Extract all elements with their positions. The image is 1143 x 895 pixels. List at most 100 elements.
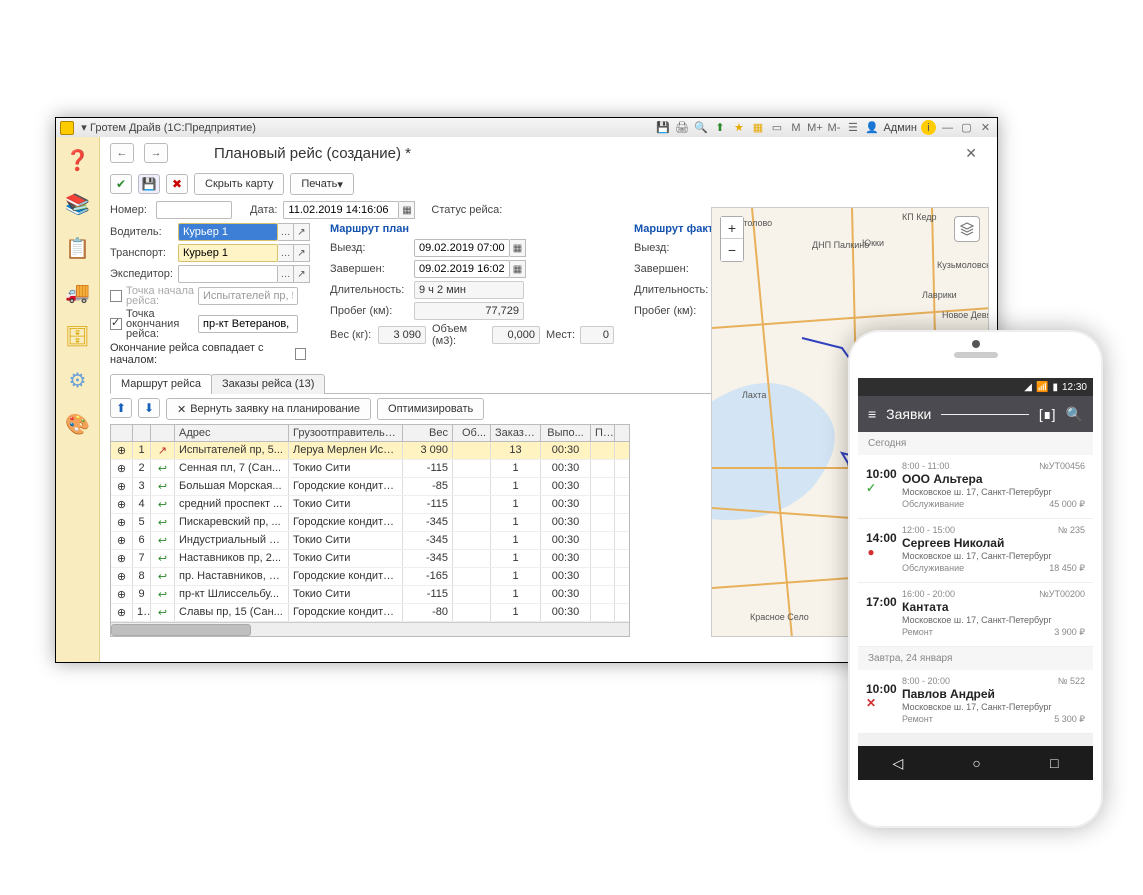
- calendar-picker-icon[interactable]: ▦: [399, 201, 415, 219]
- calendar-icon[interactable]: ▦: [750, 120, 765, 135]
- col-weight[interactable]: Вес: [403, 425, 453, 441]
- table-row[interactable]: ⊕1...↩Славы пр, 15 (Сан...Городские конд…: [111, 604, 629, 622]
- request-card[interactable]: 17:0016:00 - 20:00№УТ00200КантатаМосковс…: [858, 583, 1093, 647]
- col-order[interactable]: Заказ / ко...: [491, 425, 541, 441]
- request-card[interactable]: 10:00✕8:00 - 20:00№ 522Павлов АндрейМоск…: [858, 670, 1093, 734]
- search-icon[interactable]: 🔍: [693, 120, 708, 135]
- mminus-icon[interactable]: M-: [826, 120, 841, 135]
- col-vol[interactable]: Об...: [453, 425, 491, 441]
- scan-icon[interactable]: [∎]: [1039, 406, 1056, 423]
- transport-pick-icon[interactable]: …: [278, 244, 294, 262]
- expeditor-pick-icon[interactable]: …: [278, 265, 294, 283]
- weight-value: 3 090: [378, 326, 426, 344]
- hamburger-icon[interactable]: ≡: [868, 406, 876, 422]
- mplus-icon[interactable]: M+: [807, 120, 822, 135]
- layers-button[interactable]: [954, 216, 980, 242]
- col-address[interactable]: Адрес: [175, 425, 289, 441]
- plan-finish-input[interactable]: [414, 260, 510, 278]
- table-row[interactable]: ⊕7↩Наставников пр, 2...Токио Сити-345100…: [111, 550, 629, 568]
- plan-depart-cal-icon[interactable]: ▦: [510, 239, 526, 257]
- window-icon[interactable]: ☰: [845, 120, 860, 135]
- expeditor-open-icon[interactable]: ↗: [294, 265, 310, 283]
- col-shipper[interactable]: Грузоотправитель / г...: [289, 425, 403, 441]
- save-button[interactable]: 💾: [138, 174, 160, 194]
- zoom-in-button[interactable]: +: [721, 217, 743, 239]
- sidebar-gear-icon[interactable]: ⚙: [63, 365, 93, 395]
- driver-pick-icon[interactable]: …: [278, 223, 294, 241]
- plan-finish-cal-icon[interactable]: ▦: [510, 260, 526, 278]
- return-request-button[interactable]: ✕Вернуть заявку на планирование: [166, 398, 371, 420]
- print-icon[interactable]: 🖨: [674, 120, 689, 135]
- nav-home-icon[interactable]: ○: [972, 755, 980, 771]
- request-card[interactable]: 14:00●12:00 - 15:00№ 235Сергеев НиколайМ…: [858, 519, 1093, 583]
- mobile-screen: ◢ 📶 ▮ 12:30 ≡ Заявки [∎] 🔍 Сегодня 10:00…: [858, 378, 1093, 780]
- sidebar-clipboard-icon[interactable]: 📋: [63, 233, 93, 263]
- nav-recent-icon[interactable]: □: [1050, 755, 1058, 771]
- start-checkbox[interactable]: [110, 290, 122, 302]
- tab-route[interactable]: Маршрут рейса: [110, 374, 212, 394]
- end-input[interactable]: [198, 315, 298, 333]
- calc-icon[interactable]: ▭: [769, 120, 784, 135]
- nav-back[interactable]: ←: [110, 143, 134, 163]
- table-row[interactable]: ⊕6↩Индустриальный п...Токио Сити-345100:…: [111, 532, 629, 550]
- user-icon[interactable]: 👤: [864, 120, 879, 135]
- coincide-checkbox[interactable]: [295, 348, 306, 360]
- help-icon[interactable]: i: [921, 120, 936, 135]
- driver-open-icon[interactable]: ↗: [294, 223, 310, 241]
- table-row[interactable]: ⊕8↩пр. Наставников, 2...Городские кондит…: [111, 568, 629, 586]
- close-icon[interactable]: ✕: [978, 120, 993, 135]
- expeditor-input[interactable]: [178, 265, 278, 283]
- minimize-icon[interactable]: —: [940, 120, 955, 135]
- zoom-out-button[interactable]: −: [721, 239, 743, 261]
- table-row[interactable]: ⊕3↩Большая Морская...Городские кондитер.…: [111, 478, 629, 496]
- cancel-button[interactable]: ✖: [166, 174, 188, 194]
- horizontal-scrollbar[interactable]: [111, 622, 629, 636]
- col-exec[interactable]: Выпо...: [541, 425, 591, 441]
- hide-map-button[interactable]: Скрыть карту: [194, 173, 284, 195]
- request-card[interactable]: 10:00✓8:00 - 11:00№УТ00456ООО АльтераМос…: [858, 455, 1093, 519]
- move-down-button[interactable]: ⬇: [138, 398, 160, 418]
- table-row[interactable]: ⊕1↗Испытателей пр, 5...Леруа Мерлен Испы…: [111, 442, 629, 460]
- plan-depart-input[interactable]: [414, 239, 510, 257]
- signal-icon: ◢: [1024, 382, 1032, 393]
- mobile-device: ◢ 📶 ▮ 12:30 ≡ Заявки [∎] 🔍 Сегодня 10:00…: [848, 330, 1103, 828]
- table-row[interactable]: ⊕4↩средний проспект ...Токио Сити-115100…: [111, 496, 629, 514]
- table-row[interactable]: ⊕5↩Пискаревский пр, ...Городские кондите…: [111, 514, 629, 532]
- optimize-button[interactable]: Оптимизировать: [377, 398, 484, 420]
- print-button[interactable]: Печать ▾: [290, 173, 354, 195]
- transport-open-icon[interactable]: ↗: [294, 244, 310, 262]
- sidebar-db-icon[interactable]: 🗄: [63, 321, 93, 351]
- sidebar-truck-icon[interactable]: 🚚: [63, 277, 93, 307]
- dropdown-icon[interactable]: ▾: [78, 121, 90, 134]
- tab-orders[interactable]: Заказы рейса (13): [211, 374, 325, 394]
- move-up-button[interactable]: ⬆: [110, 398, 132, 418]
- page-close-icon[interactable]: ✕: [965, 145, 977, 162]
- approve-button[interactable]: ✔: [110, 174, 132, 194]
- table-row[interactable]: ⊕9↩пр-кт Шлиссельбу...Токио Сити-115100:…: [111, 586, 629, 604]
- transport-input[interactable]: [178, 244, 278, 262]
- sidebar-books-icon[interactable]: 📚: [63, 189, 93, 219]
- star-icon[interactable]: ★: [731, 120, 746, 135]
- start-input[interactable]: [198, 287, 298, 305]
- table-row[interactable]: ⊕2↩Сенная пл, 7 (Сан...Токио Сити-115100…: [111, 460, 629, 478]
- maximize-icon[interactable]: ▢: [959, 120, 974, 135]
- end-checkbox[interactable]: [110, 318, 122, 330]
- link-icon[interactable]: ⬆: [712, 120, 727, 135]
- status-label: Статус рейса:: [431, 204, 502, 216]
- plan-dist-label: Пробег (км):: [330, 305, 414, 317]
- plan-dur-value: 9 ч 2 мин: [414, 281, 524, 299]
- sidebar-help-icon[interactable]: ❓: [63, 145, 93, 175]
- nav-fwd[interactable]: →: [144, 143, 168, 163]
- camera-icon: [972, 340, 980, 348]
- col-pr[interactable]: Пр...: [591, 425, 615, 441]
- driver-input[interactable]: [178, 223, 278, 241]
- sidebar-paint-icon[interactable]: 🎨: [63, 409, 93, 439]
- number-input[interactable]: [156, 201, 232, 219]
- nav-back-icon[interactable]: ◁: [893, 755, 904, 772]
- m-icon[interactable]: M: [788, 120, 803, 135]
- date-input[interactable]: [283, 201, 399, 219]
- save-icon[interactable]: 💾: [655, 120, 670, 135]
- fact-dist-label: Пробег (км):: [634, 305, 718, 317]
- zoom-control: + −: [720, 216, 744, 262]
- search-icon[interactable]: 🔍: [1066, 406, 1083, 423]
